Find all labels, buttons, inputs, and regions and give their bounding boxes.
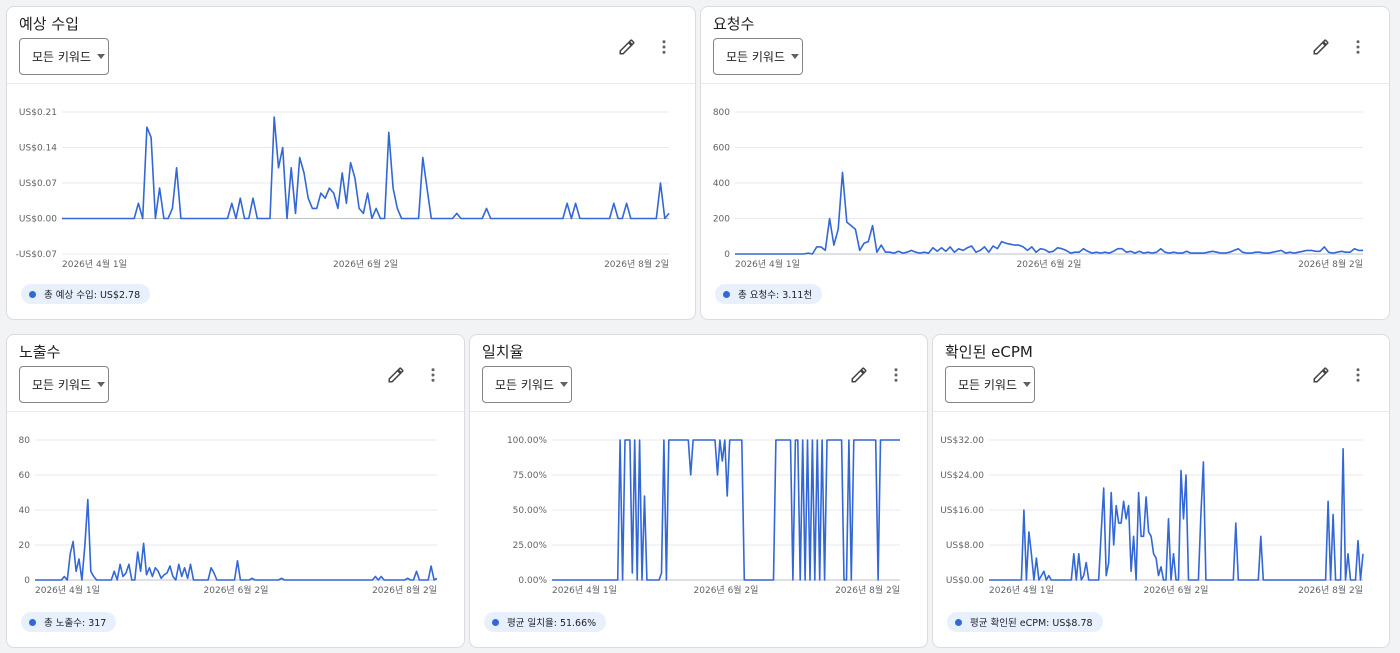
- x-tick-label: 2026년 6월 2일: [333, 258, 398, 270]
- card-match-rate: 일치율 모든 키워드 0.00% 25.00% 50.00% 75.00% 100.00…: [469, 334, 928, 648]
- series-line: [62, 116, 670, 220]
- y-tick-label: 200: [713, 215, 730, 225]
- x-tick-label: 2026년 6월 2일: [204, 584, 269, 596]
- card-confirmed-ecpm: 확인된 eCPM 모든 키워드 US$0.00 US$8.00 US$16.00 US…: [932, 334, 1390, 648]
- chip-label: 평균 일치율: 51.66%: [507, 618, 597, 629]
- more-vert-icon[interactable]: [1346, 35, 1370, 59]
- series-dot: [955, 618, 962, 626]
- chip-label: 평균 확인된 eCPM: US$8.78: [970, 618, 1093, 629]
- y-tick-label: 400: [713, 179, 730, 189]
- dropdown-label: 모든 키워드: [495, 378, 555, 392]
- card-title: 노출수: [19, 343, 61, 361]
- chip-label: 총 예상 수입: US$2.78: [44, 290, 141, 301]
- total-chip: 평균 확인된 eCPM: US$8.78: [947, 612, 1103, 632]
- line-chart: US$0.00 US$8.00 US$16.00 US$24.00 US$32.00 20…: [940, 436, 1364, 596]
- card-title: 일치율: [482, 343, 524, 361]
- y-tick-label: US$32.00: [940, 436, 984, 446]
- series-line: [35, 498, 438, 581]
- y-tick-label: 100.00%: [507, 436, 547, 446]
- y-tick-label: US$8.00: [946, 541, 984, 551]
- keyword-dropdown[interactable]: 모든 키워드: [945, 366, 1035, 403]
- line-chart: 0.00% 25.00% 50.00% 75.00% 100.00% 2026년 4월 1…: [507, 436, 900, 596]
- dropdown-label: 모든 키워드: [958, 378, 1018, 392]
- card-estimated-revenue: 예상 수입 모든 키워드 -US$0.07 US$0.00 US$0.07 US$0.…: [6, 6, 696, 320]
- y-tick-label: US$24.00: [940, 471, 984, 481]
- caret-down-icon: [1023, 382, 1032, 387]
- keyword-dropdown[interactable]: 모든 키워드: [19, 366, 109, 403]
- y-tick-label: 80: [19, 436, 31, 446]
- line-chart: 0 200 400 600 800 2026년 4월 1일 2026년 6월 2일 2026년…: [713, 108, 1363, 270]
- y-tick-label: 600: [713, 144, 730, 154]
- dropdown-label: 모든 키워드: [726, 50, 786, 64]
- x-tick-label: 2026년 8월 2일: [835, 584, 900, 596]
- more-vert-icon[interactable]: [421, 363, 445, 387]
- keyword-dropdown[interactable]: 모든 키워드: [482, 366, 572, 403]
- pencil-icon[interactable]: [847, 363, 871, 387]
- line-chart: -US$0.07 US$0.00 US$0.07 US$0.14 US$0.21 2026…: [16, 108, 670, 270]
- x-tick-label: 2026년 4월 1일: [989, 584, 1054, 596]
- y-tick-label: 0: [24, 576, 30, 586]
- chip-label: 총 노출수: 317: [44, 618, 107, 629]
- series-line: [989, 447, 1364, 581]
- y-tick-label: 75.00%: [513, 471, 548, 481]
- y-tick-label: 0.00%: [518, 576, 547, 586]
- y-tick-label: US$0.14: [19, 144, 57, 154]
- y-tick-label: 40: [19, 506, 31, 516]
- card-title: 요청수: [713, 15, 755, 33]
- y-tick-label: 0: [724, 250, 730, 260]
- more-vert-icon[interactable]: [652, 35, 676, 59]
- dropdown-label: 모든 키워드: [32, 50, 92, 64]
- x-tick-label: 2026년 6월 2일: [1144, 584, 1209, 596]
- keyword-dropdown[interactable]: 모든 키워드: [19, 38, 109, 75]
- x-tick-label: 2026년 4월 1일: [35, 584, 100, 596]
- series-dot: [492, 618, 499, 626]
- series-dot: [29, 618, 36, 626]
- x-tick-label: 2026년 4월 1일: [735, 258, 800, 270]
- card-impressions: 노출수 모든 키워드 0 20 40 60 80 2026년 4월 1일 2026년 6월 …: [6, 334, 465, 648]
- caret-down-icon: [560, 382, 569, 387]
- total-chip: 총 노출수: 317: [21, 612, 117, 632]
- x-tick-label: 2026년 8월 2일: [372, 584, 437, 596]
- y-tick-label: -US$0.07: [16, 250, 57, 260]
- x-tick-label: 2026년 6월 2일: [694, 584, 759, 596]
- x-tick-label: 2026년 6월 2일: [1017, 258, 1082, 270]
- y-tick-label: 20: [19, 541, 31, 551]
- caret-down-icon: [791, 54, 800, 59]
- pencil-icon[interactable]: [615, 35, 639, 59]
- x-tick-label: 2026년 8월 2일: [604, 258, 669, 270]
- x-tick-label: 2026년 8월 2일: [1298, 258, 1363, 270]
- caret-down-icon: [97, 382, 106, 387]
- x-tick-label: 2026년 4월 1일: [552, 584, 617, 596]
- series-dot: [29, 290, 36, 298]
- y-tick-label: 60: [19, 471, 31, 481]
- y-tick-label: US$0.07: [19, 179, 57, 189]
- total-chip: 평균 일치율: 51.66%: [484, 612, 607, 632]
- y-tick-label: US$0.00: [946, 576, 984, 586]
- card-requests: 요청수 모든 키워드 0 200 400 600 800 2026년 4월 1일 2026년…: [700, 6, 1390, 320]
- series-line: [735, 171, 1363, 255]
- x-tick-label: 2026년 4월 1일: [62, 258, 127, 270]
- pencil-icon[interactable]: [1309, 35, 1333, 59]
- card-title: 확인된 eCPM: [945, 343, 1033, 361]
- pencil-icon[interactable]: [384, 363, 408, 387]
- caret-down-icon: [97, 54, 106, 59]
- pencil-icon[interactable]: [1309, 363, 1333, 387]
- more-vert-icon[interactable]: [884, 363, 908, 387]
- total-chip: 총 요청수: 3.11천: [715, 284, 823, 304]
- keyword-dropdown[interactable]: 모든 키워드: [713, 38, 803, 75]
- x-tick-label: 2026년 8월 2일: [1298, 584, 1363, 596]
- y-tick-label: US$0.00: [19, 215, 57, 225]
- line-chart: 0 20 40 60 80 2026년 4월 1일 2026년 6월 2일 2026년 8월 …: [19, 436, 438, 596]
- y-tick-label: US$0.21: [19, 108, 57, 118]
- y-tick-label: 25.00%: [513, 541, 548, 551]
- series-dot: [723, 290, 730, 298]
- more-vert-icon[interactable]: [1346, 363, 1370, 387]
- card-title: 예상 수입: [19, 15, 79, 33]
- total-chip: 총 예상 수입: US$2.78: [21, 284, 151, 304]
- dropdown-label: 모든 키워드: [32, 378, 92, 392]
- chip-label: 총 요청수: 3.11천: [738, 290, 813, 301]
- y-tick-label: US$16.00: [940, 506, 984, 516]
- y-tick-label: 50.00%: [513, 506, 548, 516]
- y-tick-label: 800: [713, 108, 730, 118]
